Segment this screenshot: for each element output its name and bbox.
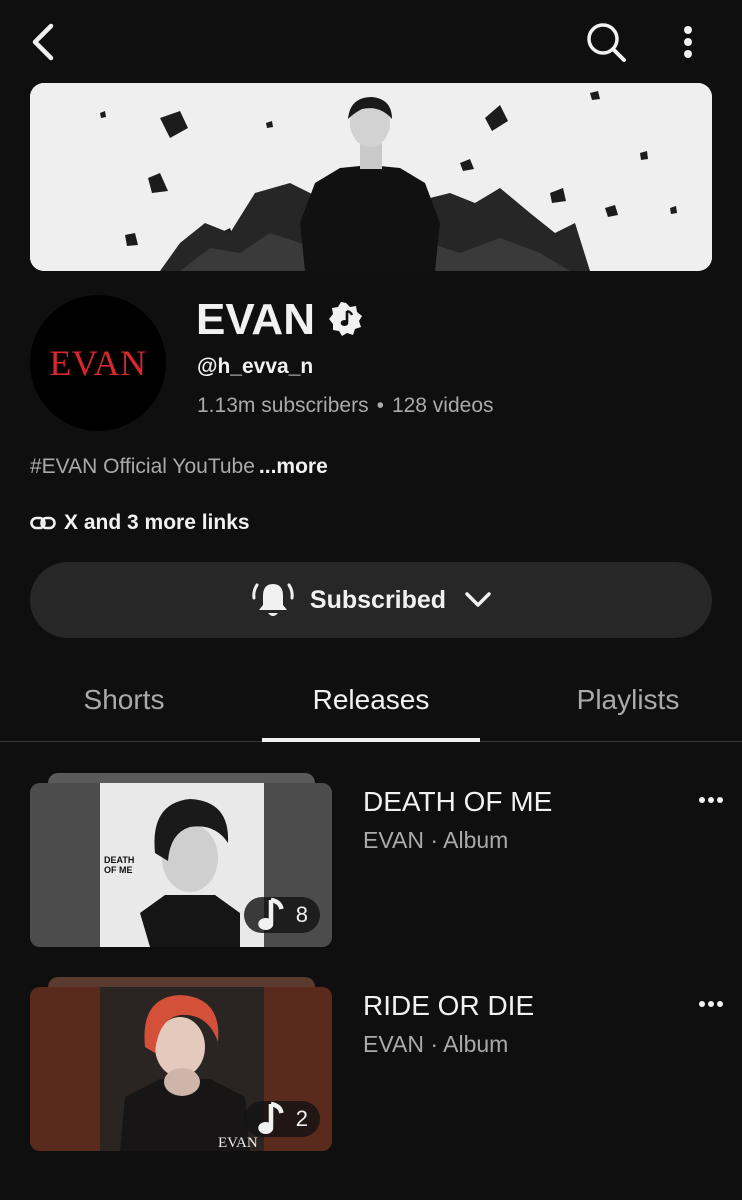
- tab-shorts[interactable]: Shorts: [44, 660, 204, 740]
- channel-avatar[interactable]: EVAN: [30, 295, 166, 431]
- search-icon: [587, 23, 626, 62]
- music-note-icon: [258, 897, 284, 930]
- description-text: #EVAN Official YouTube: [30, 455, 255, 478]
- cover-text-line-1: DEATH: [104, 855, 134, 865]
- subscribed-button[interactable]: Subscribed: [30, 562, 712, 638]
- channel-tabs: Shorts Releases Playlists: [0, 660, 742, 742]
- playlist-stack-edge: [48, 977, 315, 987]
- top-app-bar: [0, 0, 742, 84]
- release-title[interactable]: RIDE OR DIE: [363, 990, 534, 1022]
- music-note-icon: [258, 1101, 284, 1134]
- channel-stats: 1.13m subscribers • 128 videos: [197, 394, 494, 418]
- release-artist: EVAN: [363, 1031, 424, 1057]
- release-artist: EVAN: [363, 827, 424, 853]
- channel-name: EVAN: [196, 295, 315, 344]
- release-type: Album: [443, 1031, 509, 1057]
- release-thumbnail[interactable]: EVAN 2: [30, 987, 332, 1151]
- release-thumbnail[interactable]: DEATH OF ME 8: [30, 783, 332, 947]
- release-type: Album: [443, 827, 509, 853]
- links-label: X and 3 more links: [64, 511, 250, 534]
- bell-ringing-icon: [252, 583, 294, 616]
- search-button[interactable]: [582, 18, 630, 66]
- release-item[interactable]: EVAN 2 RIDE OR DIE EVAN · Album: [0, 976, 742, 1156]
- release-menu-button[interactable]: [690, 782, 732, 818]
- more-vert-icon: [684, 26, 692, 58]
- more-options-button[interactable]: [668, 18, 708, 66]
- back-button[interactable]: [22, 18, 66, 66]
- video-count: 128 videos: [391, 394, 494, 417]
- track-count: 8: [295, 902, 308, 927]
- avatar-logo-text: EVAN: [49, 343, 147, 383]
- release-subtitle: EVAN · Album: [363, 827, 508, 854]
- tab-releases[interactable]: Releases: [262, 660, 480, 740]
- back-arrow-icon: [32, 23, 54, 61]
- channel-banner: [30, 83, 712, 271]
- release-separator: ·: [430, 827, 438, 853]
- release-separator: ·: [430, 1031, 438, 1057]
- link-icon: [30, 516, 56, 530]
- stats-separator: •: [376, 394, 384, 417]
- channel-handle: @h_evva_n: [197, 355, 314, 378]
- playlist-stack-edge: [48, 773, 315, 783]
- tab-playlists[interactable]: Playlists: [548, 660, 708, 740]
- more-horiz-icon: [699, 1001, 723, 1007]
- release-title[interactable]: DEATH OF ME: [363, 786, 552, 818]
- cover-text-line-2: OF ME: [104, 865, 133, 875]
- chevron-down-icon: [465, 592, 491, 607]
- track-count-badge: 8: [243, 897, 320, 933]
- subscribed-label: Subscribed: [309, 585, 447, 614]
- release-menu-button[interactable]: [690, 986, 732, 1022]
- release-item[interactable]: DEATH OF ME 8 DEATH OF ME EVAN · Album: [0, 772, 742, 952]
- more-horiz-icon: [699, 797, 723, 803]
- active-tab-indicator: [262, 738, 480, 742]
- track-count-badge: 2: [243, 1101, 320, 1137]
- channel-links[interactable]: X and 3 more links: [30, 509, 250, 537]
- subscriber-count: 1.13m subscribers: [197, 394, 369, 417]
- cover-logo-text: EVAN: [218, 1135, 258, 1151]
- verified-music-icon: [329, 302, 362, 336]
- track-count: 2: [295, 1106, 308, 1131]
- channel-description[interactable]: #EVAN Official YouTube ...more: [30, 455, 328, 479]
- release-subtitle: EVAN · Album: [363, 1031, 508, 1058]
- description-more-link[interactable]: ...more: [259, 455, 328, 478]
